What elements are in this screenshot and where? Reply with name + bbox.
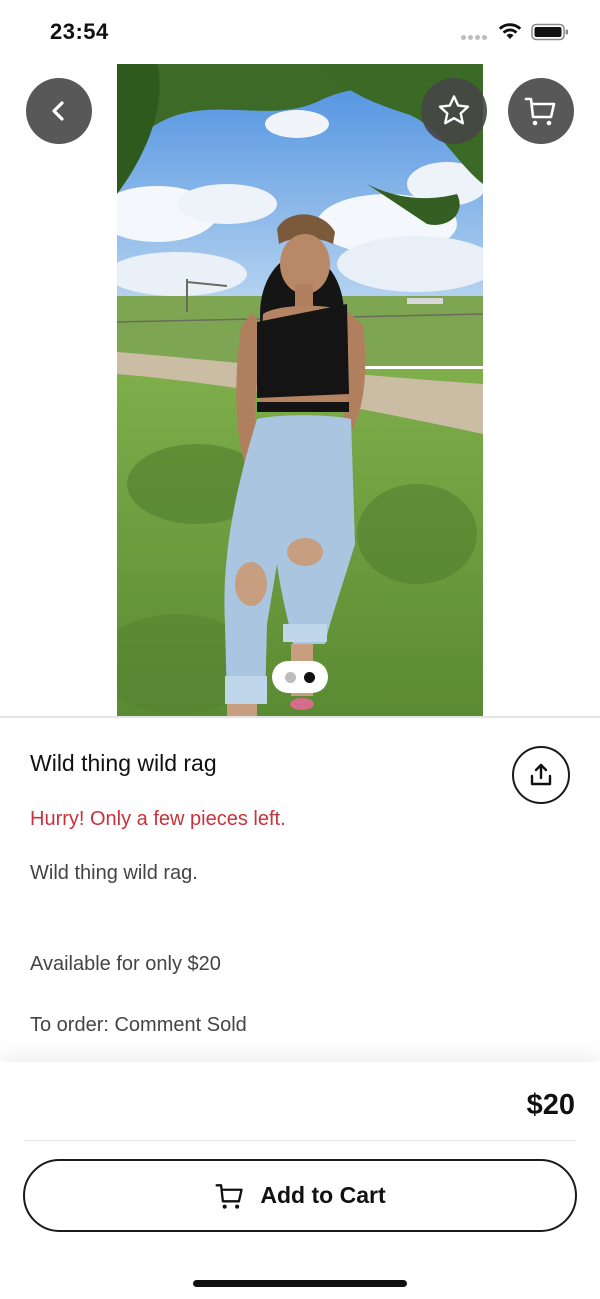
price: $20 bbox=[526, 1089, 575, 1121]
status-bar: 23:54 bbox=[0, 0, 600, 64]
favorite-button[interactable] bbox=[421, 78, 487, 144]
share-icon bbox=[530, 763, 552, 786]
wifi-icon bbox=[498, 23, 522, 39]
status-time: 23:54 bbox=[50, 19, 109, 44]
stock-warning: Hurry! Only a few pieces left. bbox=[30, 808, 286, 830]
page-dot[interactable] bbox=[285, 671, 296, 683]
description-line: Available for only $20 bbox=[30, 953, 221, 975]
product-image[interactable] bbox=[117, 64, 483, 716]
cart-icon bbox=[215, 1183, 244, 1209]
add-to-cart-label: Add to Cart bbox=[260, 1182, 386, 1208]
back-button[interactable] bbox=[26, 78, 92, 144]
description-line: To order: Comment Sold bbox=[30, 1014, 247, 1036]
star-icon bbox=[438, 95, 470, 125]
share-button[interactable] bbox=[512, 746, 570, 804]
gallery-page-indicator[interactable] bbox=[272, 661, 328, 693]
page-dot-active[interactable] bbox=[304, 671, 315, 683]
add-to-cart-button[interactable]: Add to Cart bbox=[23, 1159, 577, 1232]
product-title: Wild thing wild rag bbox=[30, 750, 217, 776]
purchase-bar: $20 Add to Cart bbox=[0, 1062, 600, 1299]
signal-dots-icon bbox=[461, 35, 489, 41]
divider bbox=[24, 1140, 576, 1141]
product-photo bbox=[117, 64, 483, 716]
description-line: Wild thing wild rag. bbox=[30, 862, 198, 884]
battery-icon bbox=[531, 23, 568, 41]
home-indicator[interactable] bbox=[193, 1280, 407, 1287]
image-divider bbox=[0, 716, 600, 718]
cart-button[interactable] bbox=[508, 78, 574, 144]
cart-icon bbox=[524, 97, 556, 126]
chevron-left-icon bbox=[52, 101, 64, 121]
